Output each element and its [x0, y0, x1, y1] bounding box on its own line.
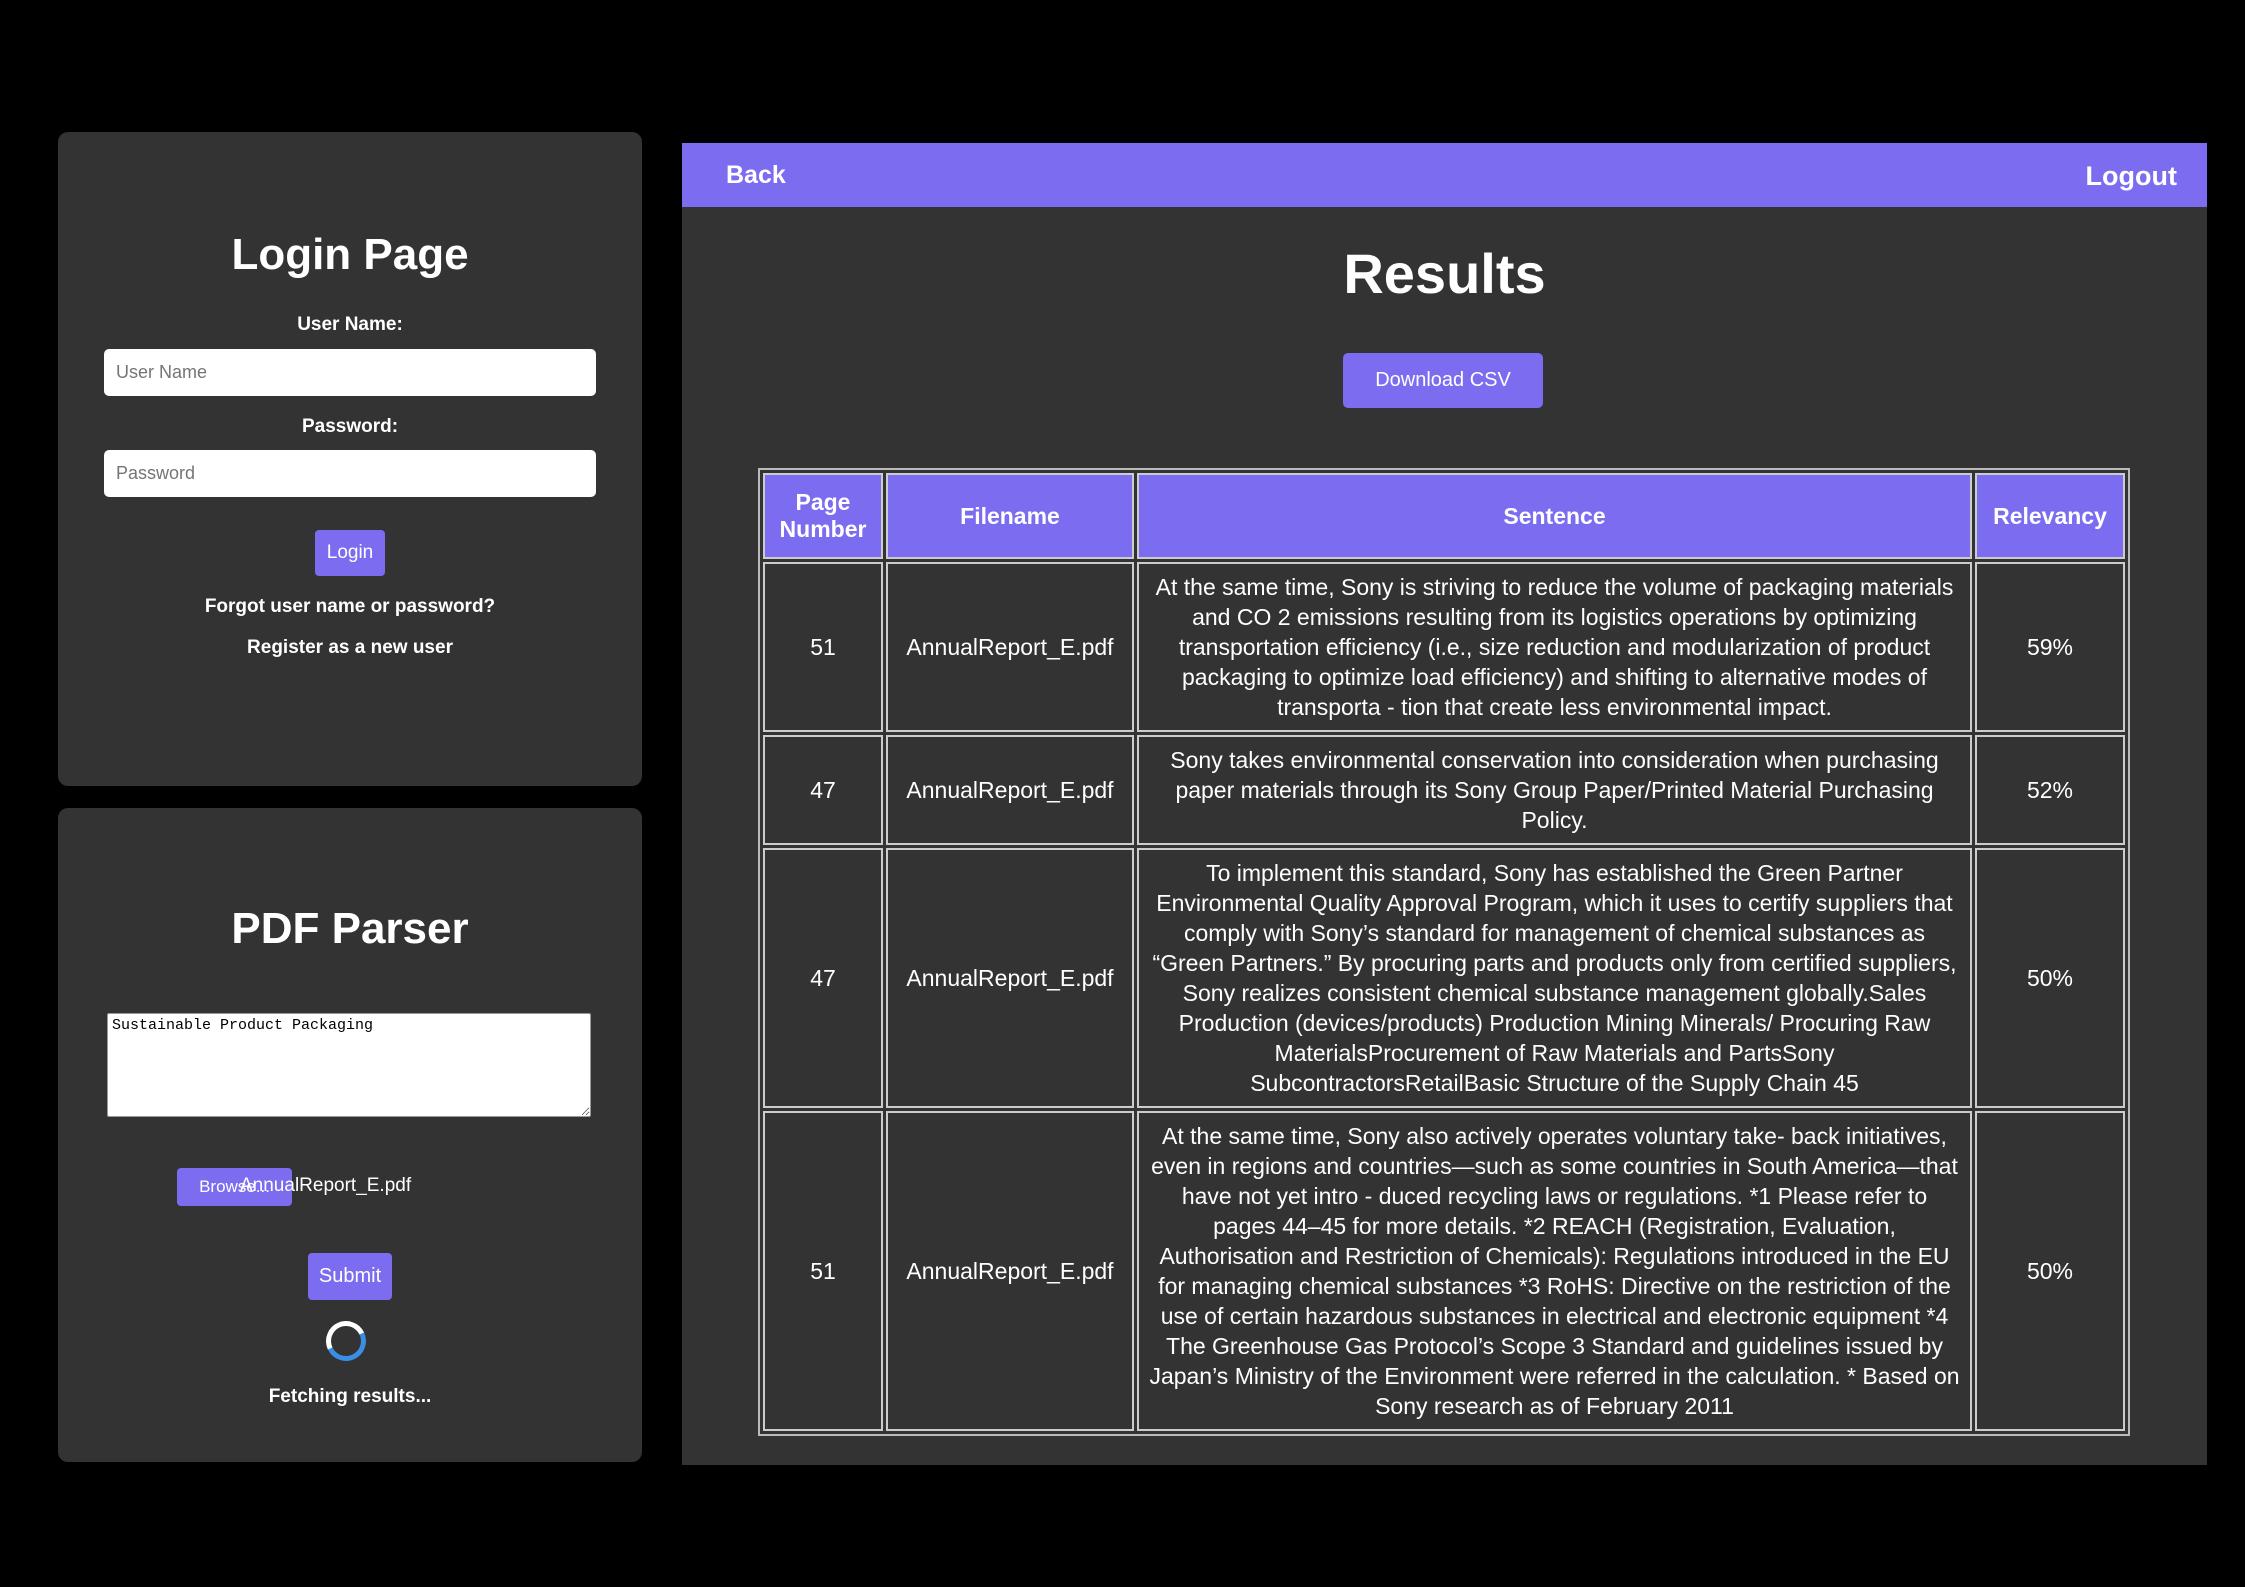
cell-filename: AnnualReport_E.pdf: [886, 735, 1134, 845]
password-label: Password:: [301, 416, 399, 437]
column-header-relevancy: Relevancy: [1975, 473, 2125, 559]
results-title: Results: [1343, 242, 1546, 305]
selected-file-name: AnnualReport_E.pdf: [240, 1175, 412, 1196]
cell-relevancy: 59%: [1975, 562, 2125, 732]
query-textarea[interactable]: Sustainable Product Packaging: [107, 1013, 591, 1117]
submit-button[interactable]: Submit: [308, 1253, 392, 1300]
cell-sentence: At the same time, Sony is striving to re…: [1137, 562, 1972, 732]
password-input[interactable]: [104, 450, 596, 497]
results-panel: Back Logout Results Download CSV Page Nu…: [682, 143, 2207, 1465]
table-row: 47 AnnualReport_E.pdf Sony takes environ…: [763, 735, 2125, 845]
results-table: Page Number Filename Sentence Relevancy …: [758, 468, 2130, 1436]
cell-page: 51: [763, 562, 883, 732]
back-link[interactable]: Back: [726, 161, 786, 190]
cell-page: 47: [763, 735, 883, 845]
top-nav-bar: Back Logout: [682, 143, 2207, 207]
pdf-parser-panel: PDF Parser Sustainable Product Packaging: [58, 808, 642, 1462]
table-row: 51 AnnualReport_E.pdf At the same time, …: [763, 1111, 2125, 1431]
cell-relevancy: 52%: [1975, 735, 2125, 845]
column-header-page-number: Page Number: [763, 473, 883, 559]
logout-link[interactable]: Logout: [2086, 161, 2177, 192]
download-csv-button[interactable]: Download CSV: [1343, 353, 1543, 408]
login-title: Login Page: [231, 230, 469, 279]
cell-page: 51: [763, 1111, 883, 1431]
table-row: 51 AnnualReport_E.pdf At the same time, …: [763, 562, 2125, 732]
parser-title: PDF Parser: [231, 904, 469, 953]
table-header-row: Page Number Filename Sentence Relevancy: [763, 473, 2125, 559]
login-panel: Login Page User Name: Password: Login Fo…: [58, 132, 642, 786]
register-link[interactable]: Register as a new user: [58, 637, 642, 659]
username-input[interactable]: [104, 349, 596, 396]
cell-filename: AnnualReport_E.pdf: [886, 1111, 1134, 1431]
cell-page: 47: [763, 848, 883, 1108]
cell-filename: AnnualReport_E.pdf: [886, 562, 1134, 732]
cell-sentence: Sony takes environmental conservation in…: [1137, 735, 1972, 845]
login-button[interactable]: Login: [315, 530, 385, 576]
column-header-sentence: Sentence: [1137, 473, 1972, 559]
cell-relevancy: 50%: [1975, 1111, 2125, 1431]
cell-relevancy: 50%: [1975, 848, 2125, 1108]
column-header-filename: Filename: [886, 473, 1134, 559]
status-text: Fetching results...: [268, 1386, 432, 1407]
cell-sentence: To implement this standard, Sony has est…: [1137, 848, 1972, 1108]
username-label: User Name:: [297, 314, 403, 335]
forgot-credentials-link[interactable]: Forgot user name or password?: [58, 596, 642, 618]
table-row: 47 AnnualReport_E.pdf To implement this …: [763, 848, 2125, 1108]
cell-filename: AnnualReport_E.pdf: [886, 848, 1134, 1108]
cell-sentence: At the same time, Sony also actively ope…: [1137, 1111, 1972, 1431]
